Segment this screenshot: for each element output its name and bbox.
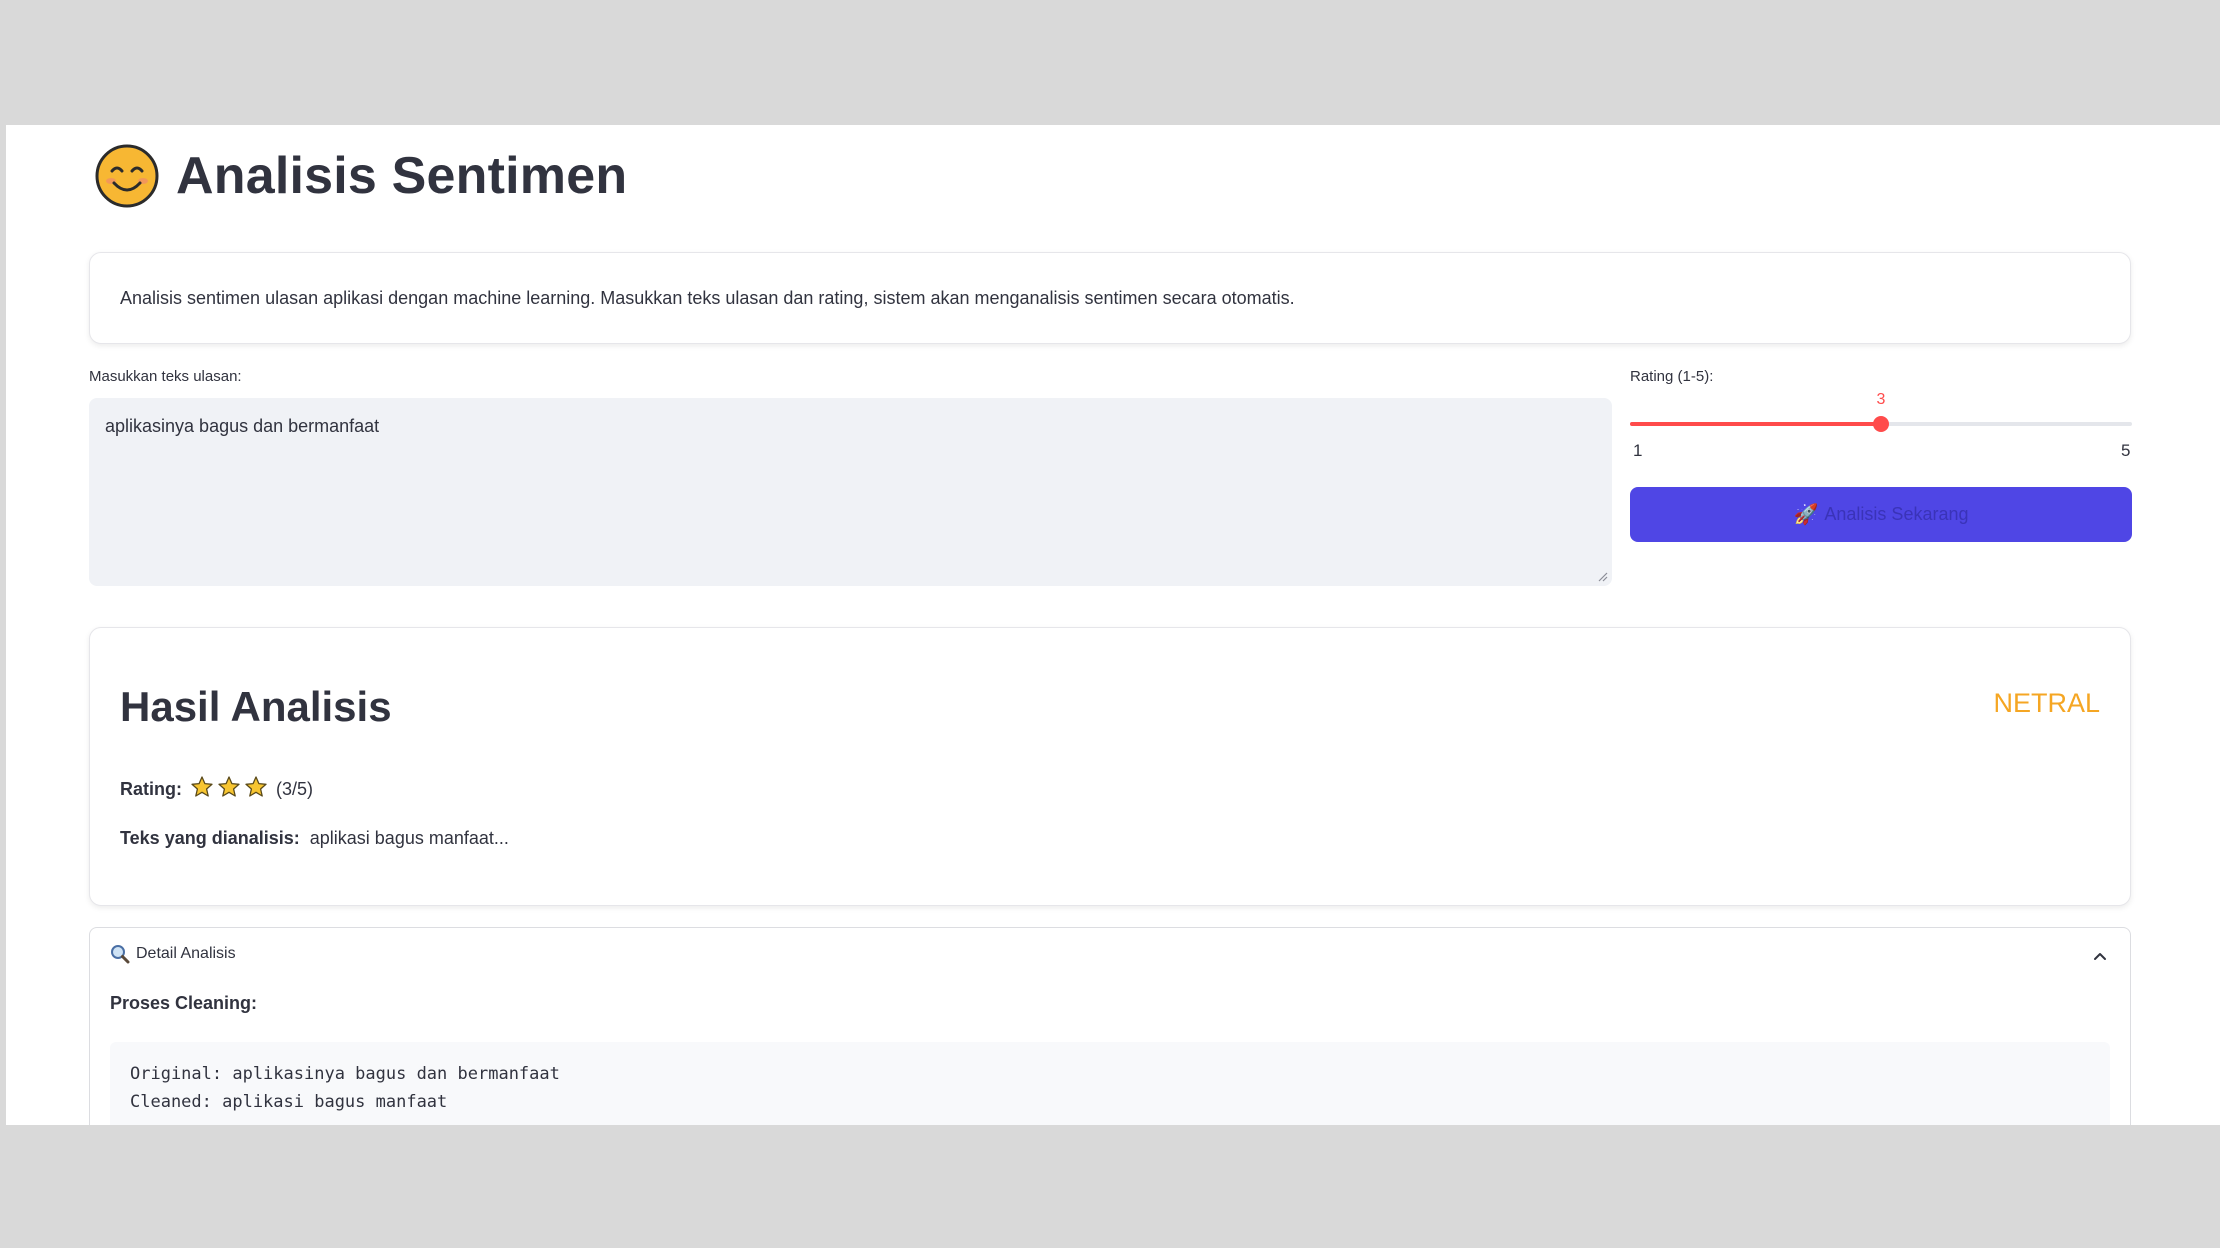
star-icon — [191, 776, 213, 797]
star-rating — [190, 775, 271, 804]
star-icon — [245, 776, 267, 797]
review-textarea-value: aplikasinya bagus dan bermanfaat — [105, 416, 380, 436]
result-rating: Rating: (3/5) — [120, 775, 313, 804]
cleaning-title: Proses Cleaning: — [110, 993, 258, 1013]
detail-expander-label: Detail Analisis — [136, 945, 236, 962]
detail-expander: Detail Analisis Proses Cleaning: Origina… — [89, 927, 2131, 1125]
result-title: Hasil Analisis — [120, 683, 392, 730]
detail-expander-header[interactable]: Detail Analisis — [110, 944, 236, 964]
slider-thumb[interactable] — [1873, 416, 1889, 432]
review-textarea[interactable]: aplikasinya bagus dan bermanfaat — [89, 398, 1612, 586]
rocket-icon: 🚀 — [1793, 504, 1819, 526]
rating-slider-label: Rating (1-5): — [1630, 368, 1714, 385]
cleaning-code-block: Original: aplikasinya bagus dan bermanfa… — [110, 1042, 2110, 1125]
result-rating-label: Rating: — [120, 779, 182, 799]
analyzed-text-line: Teks yang dianalisis: aplikasi bagus man… — [120, 828, 509, 849]
page-title: Analisis Sentimen — [176, 147, 628, 205]
analyzed-text-value: aplikasi bagus manfaat... — [309, 828, 509, 848]
smiling-face-icon — [95, 144, 159, 208]
chevron-up-icon[interactable] — [2092, 948, 2108, 964]
app-page: Analisis Sentimen Analisis sentimen ulas… — [6, 125, 2220, 1125]
rating-count: (3/5) — [276, 779, 314, 799]
info-text: Analisis sentimen ulasan aplikasi dengan… — [120, 287, 1295, 308]
review-input-label: Masukkan teks ulasan: — [89, 368, 242, 385]
info-card: Analisis sentimen ulasan aplikasi dengan… — [89, 252, 2131, 344]
result-card: Hasil Analisis NETRAL Rating: (3/5) Teks… — [89, 627, 2131, 906]
sentiment-label: NETRAL — [1993, 688, 2100, 718]
original-line: Original: aplikasinya bagus dan bermanfa… — [130, 1064, 560, 1084]
slider-max-label: 5 — [2121, 441, 2131, 460]
title-row: Analisis Sentimen — [94, 143, 627, 209]
rating-slider[interactable] — [1630, 416, 2132, 432]
magnifier-icon — [111, 945, 130, 964]
analyze-button[interactable]: 🚀 Analisis Sekarang — [1630, 487, 2132, 542]
slider-min-label: 1 — [1633, 441, 1643, 460]
cleaned-line: Cleaned: aplikasi bagus manfaat — [130, 1092, 448, 1112]
star-icon — [218, 776, 240, 797]
slider-fill — [1630, 422, 1881, 426]
slider-value-label: 3 — [1876, 391, 1886, 408]
resize-grip-icon[interactable] — [1596, 570, 1608, 582]
analyze-button-label: Analisis Sekarang — [1824, 504, 1969, 524]
analyzed-text-label: Teks yang dianalisis: — [120, 828, 300, 848]
